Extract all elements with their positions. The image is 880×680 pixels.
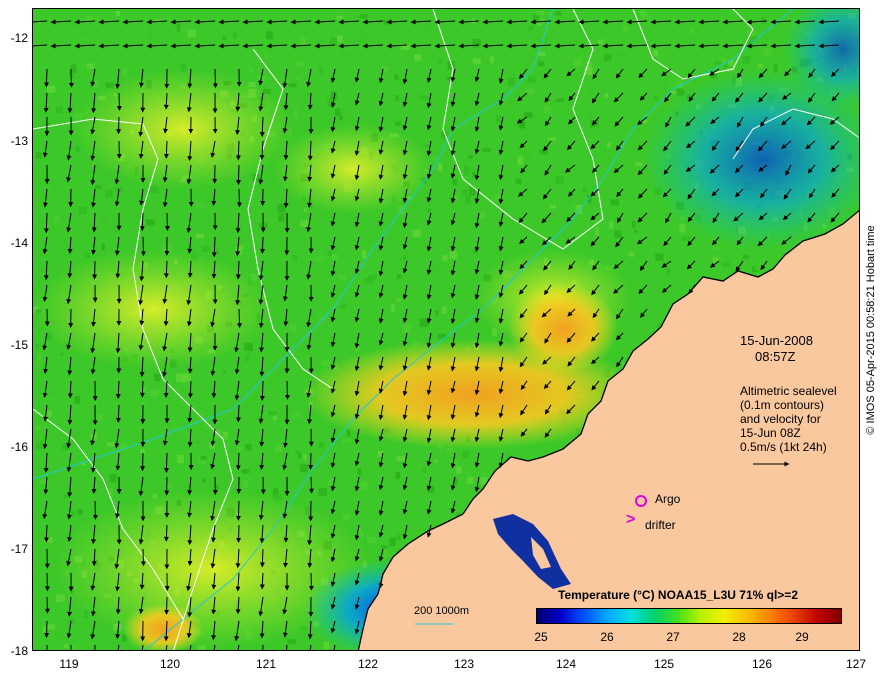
velocity-arrow: [307, 140, 313, 161]
lon-tick-label: 122: [357, 657, 379, 671]
colorbar-tick: 26: [600, 630, 614, 644]
velocity-arrow: [235, 404, 241, 423]
velocity-arrow: [163, 524, 169, 542]
info-line: 15-Jun 08Z: [740, 426, 801, 440]
credit-vertical-text: © IMOS 05-Apr-2015 00:58:21 Hobart time: [864, 8, 878, 651]
lat-tick-label: -13: [10, 134, 28, 148]
colorbar-tick: 27: [666, 630, 680, 644]
info-line: 0.5m/s (1kt 24h): [740, 440, 827, 454]
velocity-arrow: [262, 644, 264, 650]
lon-tick-label: 125: [653, 657, 675, 671]
info-line: Altimetric sealevel: [740, 384, 837, 398]
velocity-arrow: [163, 260, 169, 279]
lon-tick-label: 119: [59, 657, 79, 671]
velocity-arrow: [94, 644, 96, 650]
lat-tick-label: -12: [10, 31, 28, 45]
velocity-arrow: [43, 212, 49, 234]
velocity-arrow: [211, 236, 217, 258]
velocity-arrow: [139, 380, 145, 398]
velocity-arrow: [236, 308, 242, 329]
lon-tick-label: 126: [751, 657, 773, 671]
temperature-colorbar: [536, 608, 842, 624]
velocity-arrow: [259, 116, 265, 138]
drifter-label: drifter: [645, 518, 676, 532]
time-label: 08:57Z: [755, 349, 796, 364]
info-line: (0.1m contours): [740, 398, 825, 412]
velocity-arrow: [260, 236, 266, 254]
velocity-arrow: [235, 140, 241, 161]
velocity-arrow: [163, 140, 169, 159]
velocity-arrow: [235, 260, 241, 280]
lon-tick-label: 124: [555, 657, 577, 671]
velocity-arrow: [187, 380, 193, 399]
velocity-arrow: [43, 260, 49, 281]
velocity-arrow: [91, 548, 97, 567]
colorbar-tick: 25: [534, 630, 548, 644]
lat-tick-label: -16: [10, 440, 28, 454]
velocity-arrow: [236, 500, 242, 521]
lat-tick-label: -17: [10, 542, 28, 556]
credit-text: © IMOS 05-Apr-2015 00:58:21 Hobart time: [865, 224, 877, 435]
date-label: 15-Jun-2008: [740, 333, 813, 348]
velocity-arrow: [67, 380, 73, 399]
velocity-arrow: [236, 164, 242, 186]
colorbar-tick: 29: [795, 630, 809, 644]
velocity-arrow: [308, 476, 314, 494]
info-line: and velocity for: [740, 412, 821, 426]
lat-tick-label: -14: [10, 236, 28, 250]
velocity-arrow: [259, 572, 265, 590]
velocity-arrow: [164, 452, 170, 473]
velocity-arrow: [115, 404, 121, 423]
sst-warm-patch: [33, 249, 273, 369]
velocity-arrow: [139, 212, 145, 232]
lon-tick-label: 127: [845, 657, 867, 671]
velocity-arrow: [235, 452, 241, 471]
isobath-legend-label: 200 1000m: [414, 605, 470, 617]
drifter-marker: >: [626, 511, 636, 528]
velocity-arrow: [115, 380, 121, 400]
lon-tick-label: 123: [453, 657, 475, 671]
colorbar-title: Temperature (°C) NOAA15_L3U 71% ql>=2: [558, 588, 798, 602]
velocity-arrow: [259, 548, 265, 568]
sst-map-canvas: [33, 9, 859, 650]
colorbar-tick: 28: [732, 630, 746, 644]
velocity-arrow: [44, 68, 50, 88]
sst-warm-patch: [73, 69, 293, 189]
velocity-arrow: [259, 380, 265, 401]
lon-tick-label: 120: [159, 657, 181, 671]
lat-tick-label: -15: [10, 338, 28, 352]
lon-tick-label: 121: [255, 657, 277, 671]
lat-tick-label: -18: [10, 644, 28, 658]
sst-map-panel: [32, 8, 860, 651]
argo-label: Argo: [655, 492, 681, 506]
velocity-arrow: [163, 92, 169, 110]
velocity-arrow: [43, 524, 49, 543]
